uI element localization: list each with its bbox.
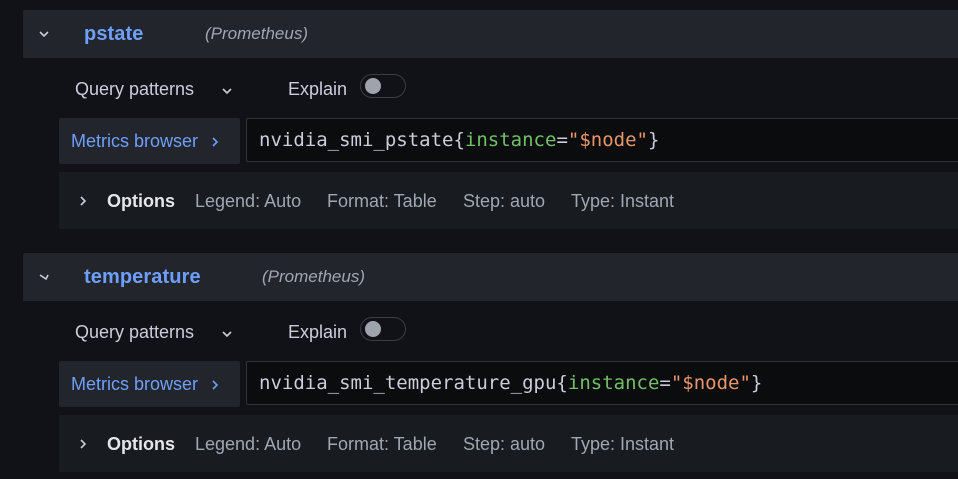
query-toolbar: Query patterns Explain xyxy=(59,74,419,104)
chevron-down-icon[interactable] xyxy=(220,327,234,341)
label-key: instance xyxy=(567,372,660,394)
query-header[interactable]: temperature (Prometheus) xyxy=(23,253,958,301)
metric-name: nvidia_smi_pstate xyxy=(259,129,454,151)
query-row-pstate: pstate (Prometheus) Query patterns Expla… xyxy=(0,10,958,230)
query-patterns-button[interactable]: Query patterns xyxy=(75,322,194,343)
label-operator: = xyxy=(659,372,671,394)
step-option: Step: auto xyxy=(463,191,546,211)
close-brace: } xyxy=(647,129,660,151)
format-option: Format: Table xyxy=(327,434,437,454)
open-brace: { xyxy=(556,372,568,394)
metrics-browser-label: Metrics browser xyxy=(71,131,199,151)
options-toggle[interactable]: Options xyxy=(107,191,175,212)
datasource-label: (Prometheus) xyxy=(205,24,308,43)
metric-name: nvidia_smi_temperature_gpu xyxy=(259,372,557,394)
query-row-temperature: temperature (Prometheus) Query patterns … xyxy=(0,253,958,479)
options-row[interactable]: Options Legend: Auto Format: Table Step:… xyxy=(59,415,958,472)
chevron-right-icon xyxy=(209,378,221,390)
label-key: instance xyxy=(464,129,557,151)
options-row[interactable]: Options Legend: Auto Format: Table Step:… xyxy=(59,172,958,229)
query-name[interactable]: temperature xyxy=(84,266,201,289)
legend-option: Legend: Auto xyxy=(195,191,302,211)
label-value: "$node" xyxy=(567,129,648,151)
query-expression-input[interactable]: nvidia_smi_pstate{instance="$node"} xyxy=(246,118,958,162)
chevron-right-icon xyxy=(209,135,221,147)
format-option: Format: Table xyxy=(327,191,437,211)
chevron-down-icon[interactable] xyxy=(37,270,51,284)
query-header[interactable]: pstate (Prometheus) xyxy=(23,10,958,58)
chevron-down-icon[interactable] xyxy=(220,84,234,98)
explain-toggle[interactable] xyxy=(360,74,406,98)
options-toggle[interactable]: Options xyxy=(107,434,175,455)
explain-toggle[interactable] xyxy=(360,317,406,341)
close-brace: } xyxy=(750,372,763,394)
query-toolbar: Query patterns Explain xyxy=(59,317,419,347)
type-option: Type: Instant xyxy=(571,191,675,211)
toggle-knob xyxy=(365,78,381,94)
metrics-browser-button[interactable]: Metrics browser xyxy=(59,118,240,164)
type-option: Type: Instant xyxy=(571,434,675,454)
open-brace: { xyxy=(453,129,465,151)
label-value: "$node" xyxy=(670,372,751,394)
metrics-browser-label: Metrics browser xyxy=(71,374,199,394)
explain-label: Explain xyxy=(288,322,348,342)
chevron-right-icon[interactable] xyxy=(77,194,89,206)
metrics-browser-button[interactable]: Metrics browser xyxy=(59,361,240,407)
datasource-label: (Prometheus) xyxy=(262,267,365,286)
step-option: Step: auto xyxy=(463,434,546,454)
explain-label: Explain xyxy=(288,79,348,99)
query-name[interactable]: pstate xyxy=(84,23,144,46)
label-operator: = xyxy=(556,129,568,151)
chevron-right-icon[interactable] xyxy=(77,437,89,449)
toggle-knob xyxy=(365,321,381,337)
query-patterns-button[interactable]: Query patterns xyxy=(75,79,194,100)
query-expression-input[interactable]: nvidia_smi_temperature_gpu{instance="$no… xyxy=(246,361,958,405)
legend-option: Legend: Auto xyxy=(195,434,302,454)
chevron-down-icon[interactable] xyxy=(37,27,51,41)
